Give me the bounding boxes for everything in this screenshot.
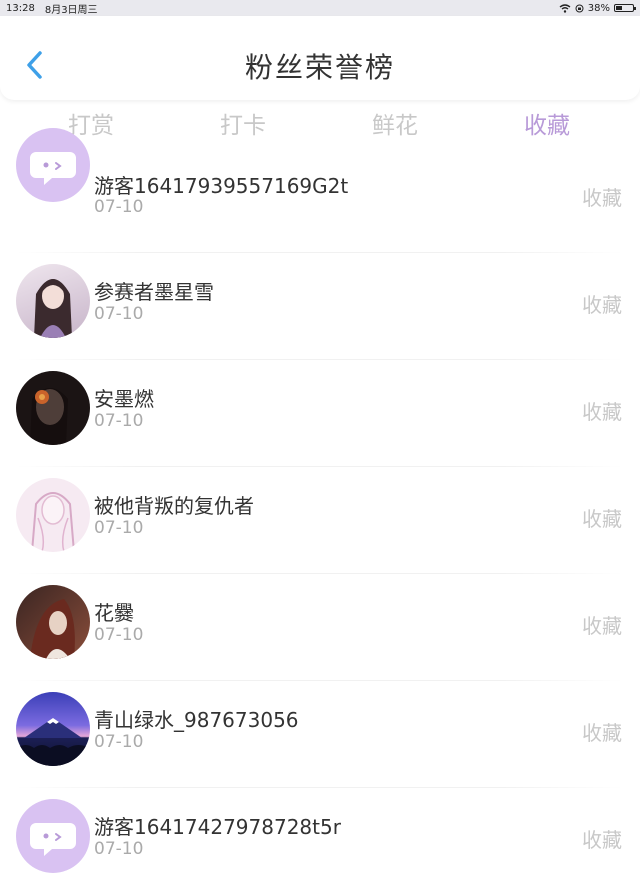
- tab-bar: 打赏 打卡 鲜花 收藏: [0, 100, 640, 146]
- battery-icon: [614, 4, 636, 12]
- avatar: [16, 585, 90, 659]
- user-name: 安墨燃: [94, 387, 154, 411]
- anime-girl-avatar: [34, 279, 72, 338]
- status-date: 8月3日周三: [44, 4, 98, 16]
- user-name: 游客16417427978728t5r: [94, 815, 341, 839]
- avatar: [16, 128, 90, 202]
- avatar: [16, 371, 90, 445]
- battery-percent: 38%: [587, 2, 610, 14]
- user-name: 花爨: [94, 601, 134, 625]
- user-date: 07-10: [94, 411, 144, 431]
- favorite-label: 收藏: [582, 721, 622, 745]
- user-date: 07-10: [94, 625, 144, 645]
- wifi-icon: [559, 3, 571, 13]
- status-bar: 13:28 8月3日周三 38%: [0, 0, 640, 16]
- favorite-label: 收藏: [582, 507, 622, 531]
- list-item[interactable]: 游客16417939557169G2t 07-10 收藏: [0, 128, 640, 253]
- status-right: 38%: [559, 2, 636, 14]
- tab-checkin[interactable]: 打卡: [193, 106, 293, 140]
- red-hair-avatar: [30, 599, 75, 659]
- list-item[interactable]: 花爨 07-10 收藏: [0, 574, 640, 681]
- pink-sketch-avatar: [31, 492, 75, 552]
- user-date: 07-10: [94, 518, 144, 538]
- list-item[interactable]: 游客16417427978728t5r 07-10 收藏: [0, 788, 640, 895]
- favorite-label: 收藏: [582, 614, 622, 638]
- favorite-label: 收藏: [582, 400, 622, 424]
- page-title: 粉丝荣誉榜: [244, 51, 395, 84]
- header: 粉丝荣誉榜: [0, 16, 640, 100]
- favorite-label: 收藏: [582, 186, 622, 210]
- mountain-avatar: [16, 718, 90, 766]
- list-item[interactable]: 参赛者墨星雪 07-10 收藏: [0, 253, 640, 360]
- status-time: 13:28: [6, 2, 35, 14]
- user-name: 游客16417939557169G2t: [94, 174, 349, 198]
- user-name: 青山绿水_987673056: [94, 708, 299, 732]
- chat-bubble-icon: [30, 152, 76, 185]
- user-date: 07-10: [94, 197, 144, 217]
- user-name: 参赛者墨星雪: [94, 280, 214, 304]
- avatar: [16, 799, 90, 873]
- user-name: 被他背叛的复仇者: [94, 494, 254, 518]
- list-item[interactable]: 安墨燃 07-10 收藏: [0, 360, 640, 467]
- user-date: 07-10: [94, 732, 144, 752]
- list-item[interactable]: 被他背叛的复仇者 07-10 收藏: [0, 467, 640, 574]
- tab-favorites[interactable]: 收藏: [497, 106, 597, 140]
- dark-portrait-avatar: [30, 388, 68, 445]
- rotation-lock-icon: [575, 4, 584, 12]
- user-date: 07-10: [94, 839, 144, 859]
- user-date: 07-10: [94, 304, 144, 324]
- tab-flowers[interactable]: 鲜花: [345, 106, 445, 140]
- avatar: [16, 692, 90, 766]
- avatar: [16, 264, 90, 338]
- list-item[interactable]: 青山绿水_987673056 07-10 收藏: [0, 681, 640, 788]
- chat-bubble-icon: [30, 823, 76, 856]
- avatar: [16, 478, 90, 552]
- favorite-label: 收藏: [582, 293, 622, 317]
- favorite-label: 收藏: [582, 828, 622, 852]
